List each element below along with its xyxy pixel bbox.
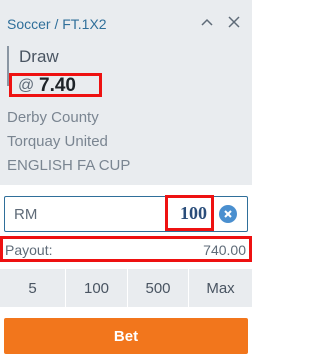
payout-row: Payout: 740.00 — [0, 236, 252, 262]
payout-label: Payout: — [5, 242, 53, 258]
selection-name: Draw — [19, 47, 59, 66]
stake-input-row[interactable]: RM 100 — [4, 195, 248, 232]
clear-stake-button[interactable] — [219, 205, 237, 223]
quick-stake-100[interactable]: 100 — [66, 269, 128, 307]
odds-value: 7.40 — [39, 75, 76, 96]
quick-stake-5[interactable]: 5 — [0, 269, 66, 307]
place-bet-button[interactable]: Bet — [4, 318, 248, 354]
quick-stake-max[interactable]: Max — [189, 269, 252, 307]
close-icon[interactable] — [227, 15, 241, 29]
odds-highlight-box: @ 7.40 — [9, 73, 102, 97]
payout-value: 740.00 — [203, 242, 246, 258]
stake-input[interactable]: 100 — [180, 203, 207, 224]
quick-stake-buttons: 5 100 500 Max — [0, 269, 252, 307]
stake-currency: RM — [14, 206, 38, 223]
market-title: Soccer / FT.1X2 — [7, 16, 107, 32]
clear-circle-icon — [224, 210, 232, 218]
stake-highlight-box[interactable]: 100 — [165, 195, 214, 231]
home-team: Derby County — [7, 109, 99, 126]
quick-stake-500[interactable]: 500 — [128, 269, 189, 307]
bet-slip-card: Soccer / FT.1X2 Draw @ 7.40 Derby County… — [0, 0, 252, 185]
odds-prefix: @ — [18, 77, 35, 94]
bet-slip-header: Soccer / FT.1X2 — [0, 0, 252, 44]
chevron-up-icon[interactable] — [199, 14, 215, 30]
competition: ENGLISH FA CUP — [7, 157, 131, 174]
away-team: Torquay United — [7, 133, 108, 150]
